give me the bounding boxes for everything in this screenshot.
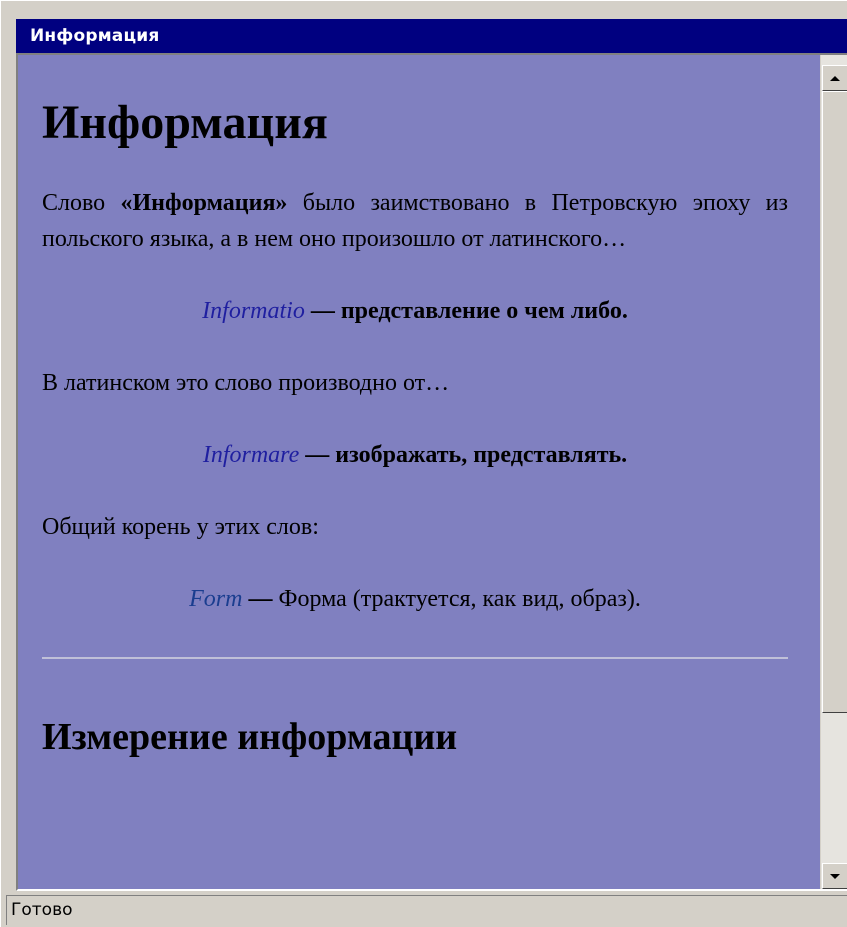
window-title: Информация (30, 26, 160, 46)
definition-meaning: представление о чем либо. (340, 298, 628, 324)
term-form: Form (189, 586, 243, 612)
scroll-down-button[interactable] (822, 863, 847, 889)
intro-text-before: Слово (42, 190, 121, 216)
status-bar: Готово (1, 891, 847, 927)
scroll-thumb[interactable] (822, 91, 847, 713)
scroll-up-button[interactable] (822, 65, 847, 91)
definition-informatio: Informatio — представление о чем либо. (42, 293, 788, 329)
root-paragraph: Общий корень у этих слов: (42, 514, 319, 540)
browser-window: Информация Информация Слово «Информация»… (0, 0, 847, 927)
intro-paragraph: Слово «Информация» было заимствовано в П… (42, 185, 788, 257)
window-title-bar[interactable]: Информация (16, 19, 847, 53)
section-heading: Измерение информации (42, 716, 458, 758)
status-panel: Готово (6, 895, 847, 925)
document-frame: Информация Слово «Информация» было заимс… (16, 53, 847, 891)
arrow-up-icon (830, 75, 840, 81)
definition-meaning: Форма (трактуется, как вид, образ). (278, 586, 641, 612)
status-text: Готово (11, 900, 73, 920)
definition-informare: Informare — изображать, представлять. (42, 437, 788, 473)
definition-meaning: изображать, представлять. (335, 442, 628, 468)
term-informare: Informare (202, 442, 300, 468)
page-heading: Информация (42, 96, 328, 149)
definition-dash: — (242, 586, 279, 612)
definition-form: Form — Форма (трактуется, как вид, образ… (42, 581, 788, 617)
definition-dash: — (299, 442, 336, 468)
document-content: Информация Слово «Информация» было заимс… (18, 55, 818, 889)
definition-dash: — (304, 298, 341, 324)
latin-paragraph: В латинском это слово производно от… (42, 370, 450, 396)
arrow-down-icon (830, 873, 840, 879)
intro-bold-term: «Информация» (120, 190, 288, 216)
section-divider (42, 657, 788, 659)
vertical-scrollbar[interactable] (820, 55, 847, 889)
term-informatio: Informatio (202, 298, 305, 324)
